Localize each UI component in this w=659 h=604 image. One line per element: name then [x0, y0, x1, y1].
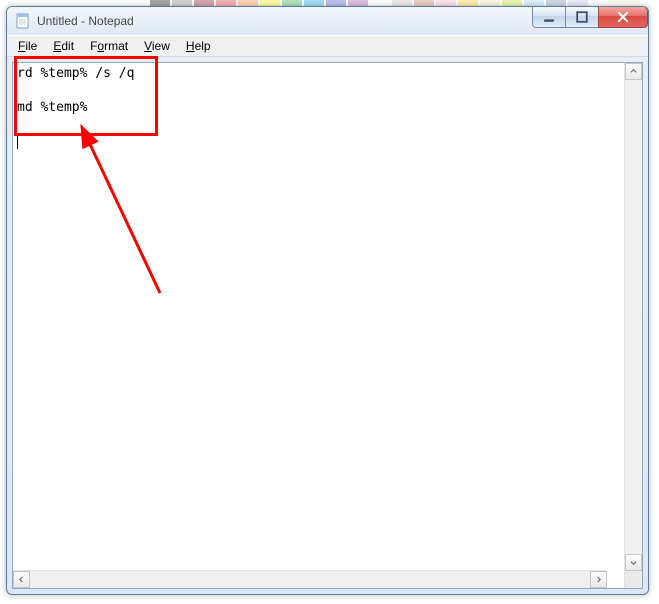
menu-file[interactable]: File — [11, 38, 44, 54]
notepad-icon — [15, 13, 31, 29]
close-button[interactable] — [598, 7, 648, 28]
scroll-up-button[interactable] — [625, 63, 642, 80]
menu-format[interactable]: Format — [83, 38, 135, 54]
scrollbar-corner — [625, 571, 642, 588]
notepad-window: Untitled - Notepad File Edit Format View… — [6, 6, 649, 595]
window-controls — [533, 7, 648, 28]
scroll-right-button[interactable] — [590, 571, 607, 588]
vertical-scrollbar[interactable] — [624, 63, 642, 588]
scroll-down-button[interactable] — [625, 554, 642, 571]
hscroll-track[interactable] — [30, 571, 590, 588]
client-area: rd %temp% /s /q md %temp% — [12, 62, 643, 589]
menu-view[interactable]: View — [137, 38, 177, 54]
minimize-button[interactable] — [532, 7, 566, 28]
menu-help[interactable]: Help — [179, 38, 218, 54]
editor-line: md %temp% — [17, 100, 87, 115]
title-bar[interactable]: Untitled - Notepad — [7, 7, 648, 35]
scroll-left-button[interactable] — [13, 571, 30, 588]
editor-line: rd %temp% /s /q — [17, 66, 134, 81]
text-editor[interactable]: rd %temp% /s /q md %temp% — [13, 63, 624, 588]
text-cursor — [17, 135, 18, 149]
horizontal-scrollbar[interactable] — [13, 570, 607, 588]
menu-bar: File Edit Format View Help — [7, 35, 648, 57]
vscroll-track[interactable] — [625, 80, 642, 554]
window-title: Untitled - Notepad — [37, 14, 134, 28]
maximize-button[interactable] — [565, 7, 599, 28]
menu-edit[interactable]: Edit — [46, 38, 81, 54]
